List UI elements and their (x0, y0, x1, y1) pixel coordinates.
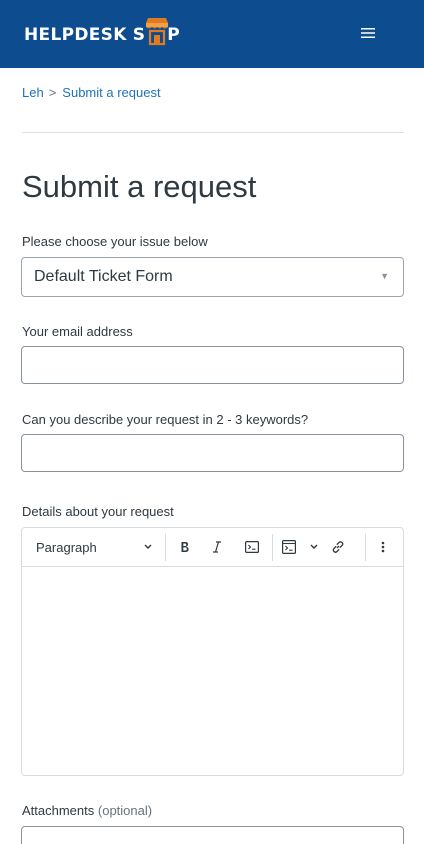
editor-toolbar: Paragraph (22, 528, 403, 567)
attachments-dropzone[interactable] (21, 826, 404, 844)
bold-icon (181, 542, 189, 552)
site-header: HELPDESK S P (0, 0, 424, 68)
italic-icon (213, 541, 221, 553)
toolbar-separator (365, 534, 366, 561)
bold-button[interactable] (174, 536, 196, 558)
email-field[interactable] (21, 346, 404, 384)
block-format-label: Paragraph (36, 539, 97, 555)
page-title: Submit a request (22, 169, 257, 204)
breadcrumb-separator: > (48, 85, 57, 100)
details-field-label: Details about your request (22, 504, 174, 519)
attachments-label-text: Attachments (22, 803, 95, 818)
code-block-dropdown[interactable] (280, 536, 320, 558)
toolbar-separator (272, 534, 273, 561)
attachments-label: Attachments (optional) (22, 803, 152, 819)
link-button[interactable] (327, 536, 349, 558)
shop-icon (146, 18, 169, 48)
more-icon (381, 541, 385, 553)
divider (22, 132, 404, 133)
subject-field[interactable] (21, 434, 404, 472)
issue-select-label: Please choose your issue below (22, 234, 208, 249)
breadcrumb-item-submit-request[interactable]: Submit a request (62, 85, 160, 101)
logo-text: HELPDESK (24, 25, 127, 45)
code-block-icon (282, 540, 296, 554)
more-options-button[interactable] (372, 536, 394, 558)
code-button[interactable] (241, 536, 263, 558)
chevron-down-icon (310, 544, 318, 549)
chevron-down-icon (144, 544, 152, 549)
issue-select-value: Default Ticket Form (34, 268, 173, 285)
hamburger-menu-button[interactable] (356, 22, 380, 44)
code-icon (245, 541, 259, 553)
details-editor-content[interactable] (22, 567, 403, 775)
subject-field-label: Can you describe your request in 2 - 3 k… (22, 412, 309, 427)
attachments-optional-text: (optional) (97, 803, 153, 818)
logo-shop-text: S P (133, 18, 180, 48)
block-format-dropdown[interactable]: Paragraph (30, 536, 158, 558)
breadcrumb: Leh > Submit a request (22, 85, 161, 101)
link-icon (332, 541, 344, 553)
email-field-label: Your email address (22, 324, 133, 339)
dropdown-caret-icon: ▼ (380, 271, 389, 281)
hamburger-menu-icon (361, 28, 375, 38)
toolbar-separator (165, 534, 166, 561)
helpdesk-shop-logo[interactable]: HELPDESK S P (24, 18, 180, 48)
details-rich-text-editor: Paragraph (21, 527, 404, 776)
breadcrumb-item-home[interactable]: Leh (22, 85, 44, 101)
issue-select[interactable]: Default Ticket Form ▼ (21, 257, 404, 297)
italic-button[interactable] (206, 536, 228, 558)
